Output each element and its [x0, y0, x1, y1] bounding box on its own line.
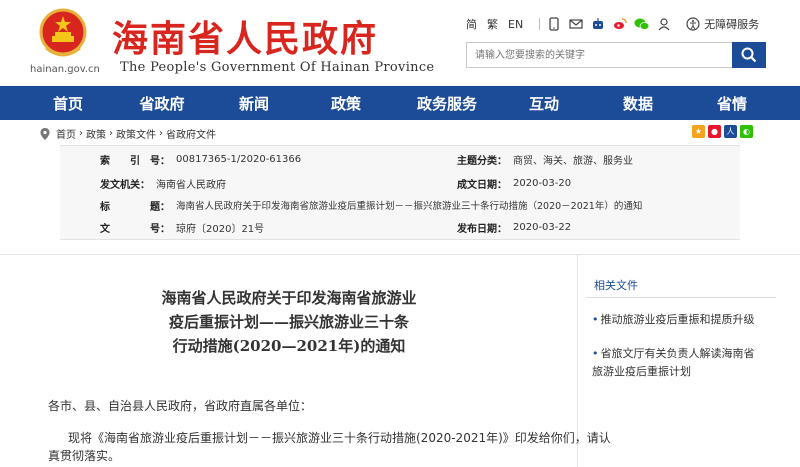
meta-index-value: 00817365-1/2020-61366	[176, 153, 302, 165]
meta-issuer-value: 海南省人民政府	[156, 179, 226, 191]
nav-item-policy[interactable]: 政策	[318, 93, 374, 114]
nav-item-interaction[interactable]: 互动	[516, 93, 572, 114]
meta-issuer-label: 发文机关：	[100, 179, 150, 191]
content-area: 海南省人民政府关于印发海南省旅游业 疫后重振计划——振兴旅游业三十条 行动措施(…	[0, 254, 800, 467]
meta-topic-value: 商贸、海关、旅游、服务业	[513, 155, 633, 167]
breadcrumb: 首页 › 政策 › 政策文件 › 省政府文件	[40, 126, 216, 141]
article: 海南省人民政府关于印发海南省旅游业 疫后重振计划——振兴旅游业三十条 行动措施(…	[0, 255, 611, 467]
bullet-icon: •	[592, 313, 599, 326]
nav-item-news[interactable]: 新闻	[226, 93, 282, 114]
meta-index-label: 索 引 号：	[100, 155, 170, 167]
weibo-share-icon[interactable]: ●	[708, 125, 721, 138]
mail-icon[interactable]	[568, 16, 584, 32]
meta-published-value: 2020-03-22	[513, 221, 572, 233]
top-toolbar: 简 繁 EN 无障碍服务	[466, 14, 759, 34]
lang-traditional-link[interactable]: 繁	[487, 16, 498, 32]
mobile-icon[interactable]	[546, 16, 562, 32]
meta-docno-label: 文 号：	[100, 223, 170, 235]
meta-docno-value: 琼府〔2020〕21号	[176, 223, 265, 235]
renren-icon[interactable]: 人	[724, 125, 737, 138]
divider	[586, 297, 776, 298]
document-metadata: 索 引 号： 00817365-1/2020-61366 主题分类： 商贸、海关…	[60, 145, 740, 240]
meta-published-row: 发布日期： 2020-03-22	[457, 216, 571, 238]
meta-topic-row: 主题分类： 商贸、海关、旅游、服务业	[457, 148, 633, 170]
article-title-line-3: 行动措施(2020—2021年)的通知	[172, 337, 406, 355]
user-icon[interactable]	[656, 16, 672, 32]
related-files-heading: 相关文件	[594, 279, 638, 292]
meta-title-row: 标 题： 海南省人民政府关于印发海南省旅游业疫后重振计划－－振兴旅游业三十条行动…	[100, 194, 642, 216]
meta-index-row: 索 引 号： 00817365-1/2020-61366	[100, 148, 301, 170]
accessibility-icon	[686, 17, 700, 31]
site-title[interactable]: 海南省人民政府	[112, 10, 378, 62]
related-file-link[interactable]: • 省旅文厅有关负责人解读海南省旅游业疫后重振计划	[592, 345, 762, 381]
breadcrumb-provincial-docs[interactable]: 省政府文件	[166, 126, 216, 141]
article-body-line-2: 真贯彻落实。	[48, 449, 121, 463]
breadcrumb-policy-docs[interactable]: 政策文件	[116, 126, 156, 141]
meta-topic-label: 主题分类：	[457, 155, 507, 167]
related-file-title: 省旅文厅有关负责人解读海南省旅游业疫后重振计划	[592, 347, 755, 378]
divider	[539, 18, 541, 30]
qzone-icon[interactable]: ★	[692, 125, 705, 138]
meta-title-value: 海南省人民政府关于印发海南省旅游业疫后重振计划－－振兴旅游业三十条行动措施（20…	[176, 201, 643, 212]
breadcrumb-separator: ›	[79, 128, 83, 139]
weibo-icon[interactable]	[612, 16, 628, 32]
site-header: hainan.gov.cn 海南省人民政府 The People's Gover…	[0, 0, 800, 86]
nav-item-province[interactable]: 省情	[704, 93, 760, 114]
lang-simplified-link[interactable]: 简	[466, 16, 477, 32]
bullet-icon: •	[592, 347, 599, 360]
nav-item-home[interactable]: 首页	[40, 93, 96, 114]
nav-item-data[interactable]: 数据	[610, 93, 666, 114]
breadcrumb-separator: ›	[159, 128, 163, 139]
meta-title-label: 标 题：	[100, 201, 170, 213]
meta-docno-row: 文 号： 琼府〔2020〕21号	[100, 216, 264, 238]
wechat-share-icon[interactable]: ◐	[740, 125, 753, 138]
accessibility-link[interactable]: 无障碍服务	[686, 16, 759, 32]
related-file-title: 推动旅游业疫后重振和提质升级	[600, 313, 755, 326]
related-file-link[interactable]: • 推动旅游业疫后重振和提质升级	[592, 311, 762, 329]
search-button[interactable]	[732, 42, 766, 68]
share-bar: ★ ● 人 ◐	[692, 125, 756, 138]
article-body-line-1: 现将《海南省旅游业疫后重振计划－－振兴旅游业三十条行动措施(2020-2021年…	[68, 431, 611, 445]
breadcrumb-home[interactable]: 首页	[56, 126, 76, 141]
site-title-english: The People's Government Of Hainan Provin…	[120, 60, 435, 75]
search-box	[466, 42, 764, 68]
article-title-line-2: 疫后重振计划——振兴旅游业三十条	[168, 313, 409, 331]
meta-created-row: 成文日期： 2020-03-20	[457, 172, 571, 194]
search-icon	[741, 47, 757, 63]
meta-created-value: 2020-03-20	[513, 177, 572, 189]
meta-created-label: 成文日期：	[457, 179, 507, 191]
meta-issuer-row: 发文机关： 海南省人民政府	[100, 172, 226, 194]
wechat-icon[interactable]	[634, 16, 650, 32]
breadcrumb-policy[interactable]: 政策	[86, 126, 106, 141]
accessibility-label: 无障碍服务	[704, 18, 760, 31]
meta-published-label: 发布日期：	[457, 223, 507, 235]
robot-icon[interactable]	[590, 16, 606, 32]
lang-english-link[interactable]: EN	[508, 18, 523, 31]
nav-item-government[interactable]: 省政府	[132, 93, 192, 114]
location-pin-icon	[40, 127, 50, 140]
main-nav: 首页 省政府 新闻 政策 政务服务 互动 数据 省情	[0, 86, 800, 120]
nav-item-services[interactable]: 政务服务	[408, 93, 486, 114]
national-emblem-icon[interactable]	[38, 8, 88, 60]
article-title-line-1: 海南省人民政府关于印发海南省旅游业	[161, 289, 417, 307]
article-salutation: 各市、县、自治县人民政府，省政府直属各单位：	[48, 399, 313, 413]
search-input[interactable]	[467, 43, 727, 68]
breadcrumb-separator: ›	[109, 128, 113, 139]
domain-text: hainan.gov.cn	[30, 64, 100, 75]
